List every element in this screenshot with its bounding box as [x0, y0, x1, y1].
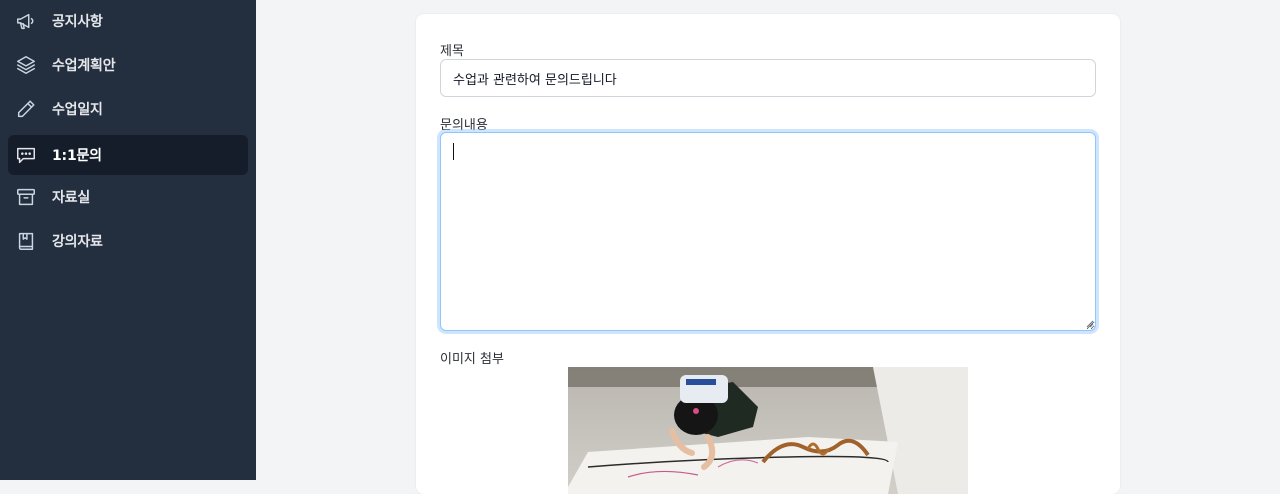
resize-grip-icon[interactable] [1086, 320, 1094, 328]
attached-photo [568, 367, 968, 494]
archive-box-icon [14, 185, 38, 209]
sidebar-item-label: 수업계획안 [52, 58, 116, 74]
sidebar-item-archive[interactable]: 자료실 [8, 177, 248, 217]
image-attach-label: 이미지 첨부 [440, 352, 504, 367]
chat-icon [14, 143, 38, 167]
sidebar: 공지사항 수업계획안 수업일지 1:1문의 자료실 강의자료 [0, 0, 256, 480]
sidebar-item-lecture-materials[interactable]: 강의자료 [8, 221, 248, 261]
inquiry-form-card: 제목 문의내용 이미지 첨부 [416, 14, 1120, 494]
sidebar-item-label: 공지사항 [52, 14, 103, 30]
sidebar-item-label: 1:1문의 [52, 148, 102, 164]
title-label: 제목 [440, 44, 464, 59]
megaphone-icon [14, 9, 38, 33]
content-label: 문의내용 [440, 118, 488, 133]
sidebar-item-lesson-plans[interactable]: 수업계획안 [8, 45, 248, 85]
text-caret [453, 143, 454, 160]
sidebar-item-label: 강의자료 [52, 234, 103, 250]
title-input[interactable] [440, 59, 1096, 97]
pencil-icon [14, 97, 38, 121]
sidebar-item-inquiry[interactable]: 1:1문의 [8, 135, 248, 175]
content-textarea[interactable] [440, 132, 1096, 331]
book-icon [14, 229, 38, 253]
sidebar-item-notices[interactable]: 공지사항 [8, 1, 248, 41]
sidebar-item-label: 자료실 [52, 190, 91, 206]
sidebar-item-class-journal[interactable]: 수업일지 [8, 89, 248, 129]
sidebar-item-label: 수업일지 [52, 102, 103, 118]
layers-icon [14, 53, 38, 77]
